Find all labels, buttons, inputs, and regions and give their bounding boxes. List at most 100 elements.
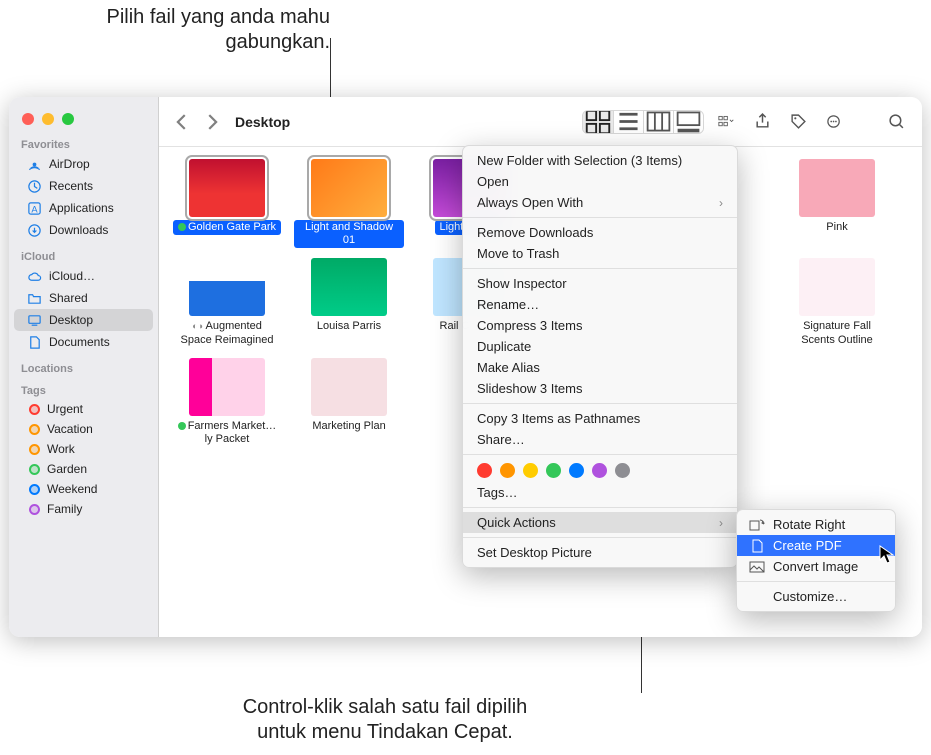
tag-color-icon [29,504,40,515]
menu-label: Compress 3 Items [477,318,582,333]
image-icon [749,560,765,574]
sidebar-item-label: AirDrop [49,157,90,171]
file-thumbnail [189,258,265,316]
context-menu-item[interactable]: Slideshow 3 Items [463,378,737,399]
sidebar-tag-garden[interactable]: Garden [14,459,153,479]
svg-text:A: A [31,204,38,214]
file-item[interactable]: Signature Fall Scents Outline [779,258,895,347]
sidebar-tag-work[interactable]: Work [14,439,153,459]
menu-label: Quick Actions [477,515,556,530]
tag-color-button[interactable] [523,463,538,478]
status-dot-icon [178,422,186,430]
sidebar-item-label: Recents [49,179,93,193]
sidebar-tag-urgent[interactable]: Urgent [14,399,153,419]
tag-color-icon [29,484,40,495]
file-thumbnail [311,258,387,316]
sidebar-item-desktop[interactable]: Desktop [14,309,153,331]
menu-label: Slideshow 3 Items [477,381,583,396]
context-menu-item[interactable]: Set Desktop Picture [463,542,737,563]
sidebar-item-icloud-[interactable]: iCloud… [14,265,153,287]
file-item[interactable]: ◐◑ Augmented Space Reimagined [169,258,285,347]
file-thumbnail [189,358,265,416]
sidebar-item-recents[interactable]: Recents [14,175,153,197]
context-menu-item[interactable]: Quick Actions› [463,512,737,533]
view-gallery-button[interactable] [673,111,703,133]
callout-text: Pilih fail yang anda mahu gabungkan. [107,6,330,53]
menu-separator [463,537,737,538]
file-item[interactable]: Louisa Parris [291,258,407,347]
forward-button[interactable] [201,111,223,133]
sidebar-item-shared[interactable]: Shared [14,287,153,309]
context-menu-item[interactable]: Show Inspector [463,273,737,294]
submenu-label: Create PDF [773,538,842,553]
context-menu-item[interactable]: Copy 3 Items as Pathnames [463,408,737,429]
submenu-rotate-right[interactable]: Rotate Right [737,514,895,535]
context-menu-item[interactable]: New Folder with Selection (3 Items) [463,150,737,171]
menu-separator [463,268,737,269]
context-menu-item[interactable]: Share… [463,429,737,450]
sidebar-item-label: Applications [49,201,114,215]
chevron-right-icon: › [719,196,723,210]
view-list-button[interactable] [613,111,643,133]
sidebar-item-label: Desktop [49,313,93,327]
clock-icon [26,178,42,194]
menu-label: Open [477,174,509,189]
search-button[interactable] [882,110,910,134]
submenu-customize[interactable]: Customize… [737,586,895,607]
cursor-icon [879,545,895,565]
close-button[interactable] [22,113,34,125]
apps-icon: A [26,200,42,216]
context-menu-item[interactable]: Compress 3 Items [463,315,737,336]
sidebar-item-documents[interactable]: Documents [14,331,153,353]
group-by-button[interactable] [712,110,740,134]
context-menu-item[interactable]: Open [463,171,737,192]
sidebar-item-label: Documents [49,335,110,349]
file-item[interactable]: Golden Gate Park [169,159,285,248]
sidebar-item-label: Shared [49,291,88,305]
callout-text: Control-klik salah satu fail dipilih [195,695,575,720]
sidebar-item-applications[interactable]: A Applications [14,197,153,219]
sidebar-tag-weekend[interactable]: Weekend [14,479,153,499]
submenu-create-pdf[interactable]: Create PDF [737,535,895,556]
sidebar-item-downloads[interactable]: Downloads [14,219,153,241]
context-menu-item[interactable]: Move to Trash [463,243,737,264]
share-button[interactable] [748,110,776,134]
tag-color-button[interactable] [615,463,630,478]
context-menu-item[interactable]: Always Open With› [463,192,737,213]
file-item[interactable]: Farmers Market…ly Packet [169,358,285,447]
minimize-button[interactable] [42,113,54,125]
sidebar-item-label: Urgent [47,402,83,416]
sidebar-item-airdrop[interactable]: AirDrop [14,153,153,175]
file-grid[interactable]: Golden Gate ParkLight and Shadow 01Light… [159,147,922,637]
tag-color-button[interactable] [569,463,584,478]
tags-button[interactable] [784,110,812,134]
menu-label: Share… [477,432,525,447]
desktop-icon [26,312,42,328]
tag-color-button[interactable] [546,463,561,478]
context-menu-item[interactable]: Remove Downloads [463,222,737,243]
sidebar-item-label: Garden [47,462,87,476]
tag-color-button[interactable] [500,463,515,478]
menu-separator [463,403,737,404]
context-menu-item[interactable]: Duplicate [463,336,737,357]
context-menu-item[interactable]: Rename… [463,294,737,315]
context-menu-item[interactable]: Tags… [463,482,737,503]
file-name: Farmers Market…ly Packet [172,419,282,447]
submenu-convert-image[interactable]: Convert Image [737,556,895,577]
menu-label: Rename… [477,297,539,312]
more-button[interactable] [820,110,848,134]
tag-color-button[interactable] [477,463,492,478]
back-button[interactable] [171,111,193,133]
view-column-button[interactable] [643,111,673,133]
zoom-button[interactable] [62,113,74,125]
context-menu-item[interactable]: Make Alias [463,357,737,378]
file-item[interactable]: Marketing Plan [291,358,407,447]
tag-color-button[interactable] [592,463,607,478]
sidebar-item-label: iCloud… [49,269,95,283]
file-item[interactable]: Pink [779,159,895,248]
file-item[interactable]: Light and Shadow 01 [291,159,407,248]
folder-icon [26,290,42,306]
sidebar-tag-family[interactable]: Family [14,499,153,519]
view-icon-button[interactable] [583,111,613,133]
sidebar-tag-vacation[interactable]: Vacation [14,419,153,439]
